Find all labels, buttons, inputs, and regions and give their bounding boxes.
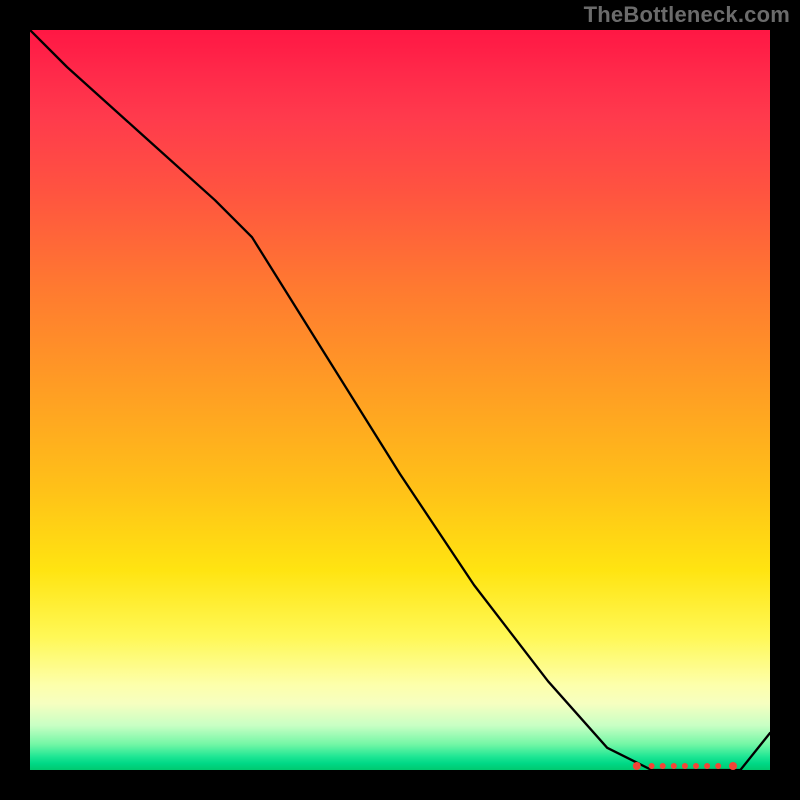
target-marker	[671, 763, 677, 769]
target-marker	[633, 762, 641, 770]
target-marker	[729, 762, 737, 770]
chart-svg	[30, 30, 770, 770]
watermark-label: TheBottleneck.com	[584, 2, 790, 28]
target-marker	[660, 763, 666, 769]
bottleneck-curve-line	[30, 30, 770, 770]
target-marker	[682, 763, 688, 769]
target-marker	[693, 763, 699, 769]
plot-area	[30, 30, 770, 770]
target-marker	[715, 763, 721, 769]
chart-frame: TheBottleneck.com	[0, 0, 800, 800]
target-marker	[649, 763, 655, 769]
target-marker	[704, 763, 710, 769]
